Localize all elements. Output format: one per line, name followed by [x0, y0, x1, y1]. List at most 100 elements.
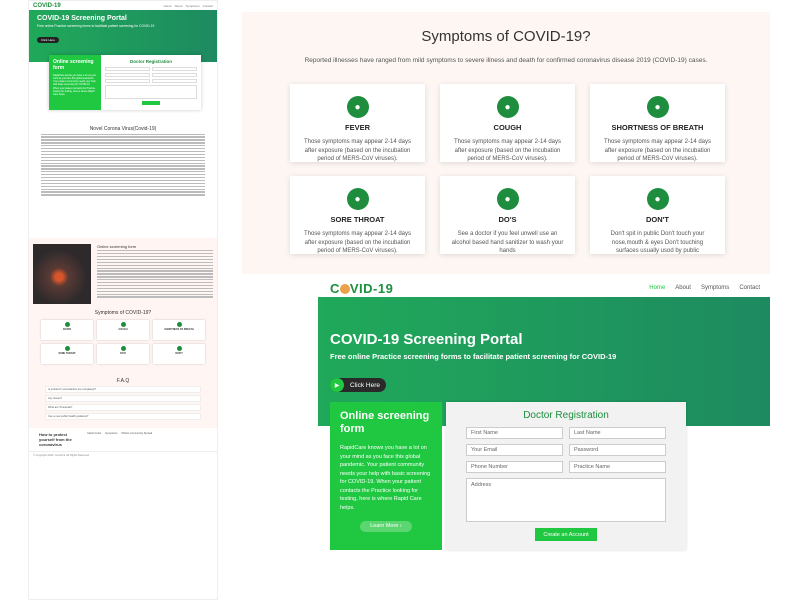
copyright-text: © Copyright 2020. Covid-19. All Rights R…	[33, 453, 90, 457]
thumb-card: FEVER	[41, 319, 93, 340]
thumb-create-button[interactable]	[142, 101, 160, 105]
card-title: FEVER	[344, 123, 370, 132]
user-icon	[176, 345, 182, 351]
card-text: Those symptoms may appear 2-14 days afte…	[303, 231, 412, 255]
thumb-nav-links: Home About Symptoms Contact	[164, 4, 213, 8]
thumb-nav-symptoms[interactable]: Symptoms	[185, 4, 199, 8]
card-title: SORE THROAT	[330, 215, 385, 224]
thumb-address-input[interactable]	[105, 85, 197, 99]
thumb-copyright-bar: © Copyright 2020. Covid-19. All Rights R…	[29, 450, 217, 459]
hero-subtitle: Free online Practice screening forms to …	[330, 352, 617, 361]
brand-logo[interactable]: C VID-19	[330, 281, 393, 296]
thumb-card-label: FEVER	[63, 327, 71, 331]
thumb-hero-subtitle: Free online Practice screening forms to …	[37, 24, 155, 28]
faq-item[interactable]: Can a new public health guidance?	[45, 412, 201, 420]
nav-about[interactable]: About	[675, 285, 691, 291]
create-account-button[interactable]: Create an Account	[535, 528, 597, 541]
faq-item[interactable]: Is problem? uncertainties are completely…	[45, 385, 201, 393]
nav-symptoms[interactable]: Symptoms	[701, 285, 729, 291]
thumb-input[interactable]	[105, 73, 150, 77]
thumb-input[interactable]	[152, 79, 197, 83]
symptoms-subtitle: Reported illnesses have ranged from mild…	[304, 57, 708, 64]
hero-title: COVID-19 Screening Portal	[330, 331, 523, 348]
footer-col: What's Community Spread	[121, 431, 153, 435]
card-title: SHORTNESS OF BREATH	[611, 123, 704, 132]
thumb-click-here-button[interactable]: Click Here	[37, 37, 59, 43]
thumb-logo: COVID-19	[33, 2, 61, 9]
thumb-section-title-2: Online screening form	[97, 243, 137, 249]
page-thumbnail: COVID-19 Home About Symptoms Contact COV…	[28, 0, 218, 600]
faq-item[interactable]: What are Timescale?	[45, 403, 201, 411]
user-icon: ●	[346, 96, 369, 118]
virus-logo-icon	[339, 283, 350, 294]
card-text: Those symptoms may appear 2-14 days afte…	[303, 139, 412, 163]
thumb-form-row: Online screening form RapidCare knows yo…	[49, 55, 201, 110]
thumb-input[interactable]	[152, 73, 197, 77]
thumb-input[interactable]	[105, 79, 150, 83]
user-icon	[176, 321, 182, 327]
landing-view: C VID-19 Home About Symptoms Contact COVI…	[318, 277, 770, 595]
thumb-card-text: RapidCare knows you have a lot on your m…	[53, 74, 97, 96]
learn-more-button[interactable]: Learn More ›	[360, 520, 412, 532]
last-name-field[interactable]: Last Name	[569, 427, 666, 439]
first-name-field[interactable]: First Name	[466, 427, 563, 439]
symptom-card-donts: ● DON'T Don't spit in public Don't touch y…	[590, 176, 725, 254]
thumb-card: COUGH	[97, 319, 149, 340]
nav-contact[interactable]: Contact	[739, 285, 760, 291]
symptom-card-cough: ● COUGH Those symptoms may appear 2-14 day…	[440, 84, 575, 162]
faq-item[interactable]: Any issues?	[45, 394, 201, 402]
thumb-section-title: Novel Corona Virus(Covid-19)	[89, 126, 157, 132]
user-icon: ●	[496, 96, 519, 118]
password-field[interactable]: Password	[569, 444, 666, 456]
email-field[interactable]: Your Email	[466, 444, 563, 456]
symptom-card-grid: ● FEVER Those symptoms may appear 2-14 day…	[290, 84, 726, 254]
play-icon: ▶	[330, 378, 344, 392]
footer-heading: How to protect yourself from the coronav…	[39, 431, 72, 447]
thumb-registration-form: Doctor Registration	[101, 55, 201, 110]
symptom-card-dos: ● DO'S See a doctor if you feel unwell use…	[440, 176, 575, 254]
thumb-nav-contact[interactable]: Contact	[203, 4, 213, 8]
phone-field[interactable]: Phone Number	[466, 461, 563, 473]
user-icon: ●	[346, 188, 369, 210]
thumb-input[interactable]	[152, 67, 197, 71]
thumb-card-label: SORE THROAT	[58, 351, 76, 355]
user-icon	[120, 345, 126, 351]
symptom-card-sore-throat: ● SORE THROAT Those symptoms may appear 2-…	[290, 176, 425, 254]
thumb-card-title: Online screening form	[53, 59, 94, 71]
user-icon	[120, 321, 126, 327]
symptoms-section: Symptoms of COVID-19? Reported illnesses…	[242, 12, 770, 274]
thumb-nav-about[interactable]: About	[175, 4, 183, 8]
online-screening-card: Online screening form RapidCare knows yo…	[330, 402, 442, 550]
navbar: C VID-19 Home About Symptoms Contact	[318, 277, 770, 299]
screening-card-text: RapidCare knows you have a lot on your m…	[340, 445, 431, 511]
address-field[interactable]: Address	[466, 478, 666, 522]
user-icon: ●	[646, 96, 669, 118]
user-icon: ●	[496, 188, 519, 210]
card-title: DO'S	[498, 215, 517, 224]
thumb-card: SHORTNESS OF BREATH	[153, 319, 205, 340]
thumb-pink-section: Online screening form Symptoms of COVID-…	[29, 237, 217, 428]
click-here-button[interactable]: ▶ Click Here	[330, 378, 386, 392]
screening-card-title: Online screening form	[340, 410, 430, 436]
click-here-label: Click Here	[350, 381, 380, 389]
card-text: See a doctor if you feel unwell use an a…	[451, 231, 564, 255]
user-icon: ●	[646, 188, 669, 210]
thumb-navbar: COVID-19 Home About Symptoms Contact	[29, 1, 217, 10]
thumb-card: SORE THROAT	[41, 343, 93, 364]
thumb-nav-home[interactable]: Home	[164, 4, 172, 8]
thumb-section-title-3: Symptoms of COVID-19?	[94, 309, 152, 316]
thumb-hero-title: COVID-19 Screening Portal	[37, 15, 127, 22]
registration-title: Doctor Registration	[523, 410, 609, 421]
thumb-green-card: Online screening form RapidCare knows yo…	[49, 55, 101, 110]
symptom-card-fever: ● FEVER Those symptoms may appear 2-14 day…	[290, 84, 425, 162]
practice-name-field[interactable]: Practice Name	[569, 461, 666, 473]
symptom-card-breath: ● SHORTNESS OF BREATH Those symptoms may a…	[590, 84, 725, 162]
card-text: Don't spit in public Don't touch your no…	[610, 231, 705, 255]
thumb-card-label: DON'T	[175, 351, 183, 355]
thumb-footer: How to protect yourself from the coronav…	[29, 428, 217, 451]
symptoms-title: Symptoms of COVID-19?	[421, 28, 591, 45]
card-title: COUGH	[493, 123, 522, 132]
nav-home[interactable]: Home	[649, 285, 665, 291]
thumb-paragraph	[29, 133, 217, 196]
thumb-input[interactable]	[105, 67, 150, 71]
